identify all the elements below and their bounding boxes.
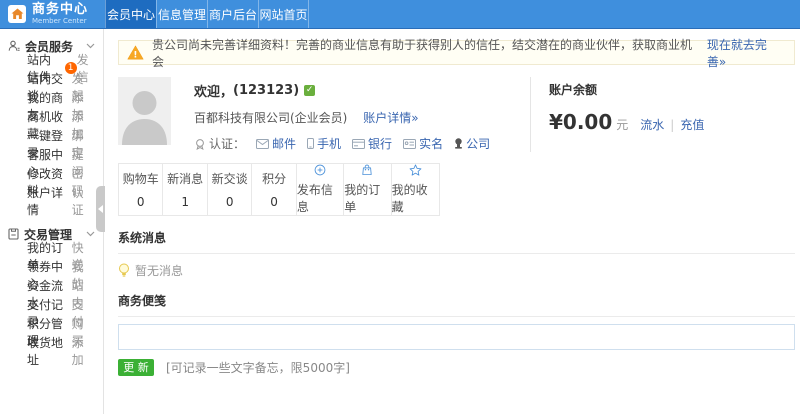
welcome-line: 欢迎， (123123) ✓ — [194, 81, 490, 100]
tab-site-home[interactable]: 网站首页 — [258, 0, 309, 28]
company-name: 百都科技有限公司(企业会员) — [194, 111, 348, 125]
recharge-link[interactable]: 充值 — [680, 116, 704, 133]
separator: | — [670, 118, 675, 132]
memo-footer: 更 新 [可记录一些文字备忘，限5000字] — [118, 359, 795, 376]
auth-bank-link[interactable]: 银行 — [352, 135, 392, 152]
tab-merchant-backend[interactable]: 商户后台 — [207, 0, 258, 28]
stat-new-chats[interactable]: 新交谈 0 — [208, 164, 253, 215]
auth-email-link[interactable]: 邮件 — [256, 135, 296, 152]
system-messages-empty: 暂无消息 — [118, 262, 795, 279]
person-icon — [8, 40, 20, 52]
tab-info-management[interactable]: 信息管理 — [156, 0, 207, 28]
lightbulb-icon — [119, 263, 129, 277]
certificate-icon — [196, 138, 204, 150]
main-content: ! 贵公司尚未完善详细资料！完善的商业信息有助于获得别人的信任，结交潜在的商业伙… — [105, 29, 800, 414]
star-icon — [409, 164, 422, 176]
memo-title: 商务便笺 — [118, 292, 795, 317]
balance-unit: 元 — [616, 118, 629, 132]
auth-line: 认证： 邮件 手机 银行 实名 公司 — [194, 135, 490, 152]
id-card-icon — [403, 138, 417, 149]
welcome-label: 欢迎， — [194, 85, 234, 100]
warning-icon: ! — [127, 45, 144, 60]
sidebar-action-link[interactable]: 添加 — [72, 334, 94, 368]
shortcut-publish-info[interactable]: 发布信息 — [297, 164, 345, 215]
complete-now-link[interactable]: 现在就去完善» — [707, 36, 786, 70]
stat-cart[interactable]: 购物车 0 — [119, 164, 164, 215]
account-detail-link[interactable]: 账户详情» — [363, 111, 418, 125]
top-header: 商务中心 Member Center 会员中心 信息管理 商户后台 网站首页 — [0, 0, 800, 29]
profile-row: 欢迎， (123123) ✓ 百都科技有限公司(企业会员) 账户详情» 认证： … — [118, 77, 795, 152]
auth-company-link[interactable]: 公司 — [454, 135, 490, 152]
avatar[interactable] — [118, 77, 171, 145]
memo-input[interactable] — [118, 324, 795, 350]
shortcut-my-orders[interactable]: 我的订单 — [344, 164, 392, 215]
order-box-icon — [8, 228, 19, 240]
memo-hint: [可记录一些文字备忘，限5000字] — [166, 361, 350, 375]
stat-points[interactable]: 积分 0 — [252, 164, 297, 215]
online-status-icon: ✓ — [304, 85, 316, 96]
balance-amount: ¥0.00 — [549, 110, 613, 134]
plus-circle-icon — [314, 164, 326, 176]
auth-realname-link[interactable]: 实名 — [403, 135, 443, 152]
main-nav: 会员中心 信息管理 商户后台 网站首页 — [105, 0, 309, 28]
stat-new-messages[interactable]: 新消息 1 — [163, 164, 208, 215]
sidebar-action-link[interactable]: 认证 — [72, 184, 94, 218]
tab-member-center[interactable]: 会员中心 — [105, 0, 156, 28]
balance-line: ¥0.00 元 流水 | 充值 — [549, 110, 740, 134]
home-icon — [8, 5, 26, 23]
company-line: 百都科技有限公司(企业会员) 账户详情» — [194, 109, 490, 126]
sidebar-collapse-handle[interactable] — [96, 186, 105, 232]
chevron-down-icon — [86, 231, 95, 237]
update-button[interactable]: 更 新 — [118, 359, 154, 376]
balance-title: 账户余额 — [549, 83, 598, 97]
app-subtitle: Member Center — [32, 17, 87, 25]
auth-label: 认证： — [209, 137, 246, 151]
system-messages-title: 系统消息 — [118, 229, 795, 254]
bank-card-icon — [352, 138, 366, 149]
sidebar-item-account-detail[interactable]: 账户详情 认证 — [0, 186, 103, 217]
username: (123123) — [233, 83, 300, 98]
empty-message-text: 暂无消息 — [135, 264, 184, 278]
avatar-placeholder-icon — [122, 91, 167, 145]
app-title: 商务中心 — [32, 2, 89, 17]
shortcut-my-favorites[interactable]: 我的收藏 — [392, 164, 439, 215]
account-balance-panel: 账户余额 ¥0.00 元 流水 | 充值 — [530, 77, 740, 152]
chevron-down-icon — [86, 43, 95, 49]
sidebar-item-shipping-address[interactable]: 收货地址 添加 — [0, 336, 103, 367]
auth-phone-link[interactable]: 手机 — [307, 135, 341, 152]
envelope-icon — [256, 138, 270, 149]
sidebar: 会员服务 站内信件 1 发信 站内交谈 发起 我的商友 添加 商机收藏 添加 一… — [0, 29, 105, 414]
svg-text:!: ! — [133, 50, 137, 60]
incomplete-profile-notice: ! 贵公司尚未完善详细资料！完善的商业信息有助于获得别人的信任，结交潜在的商业伙… — [118, 38, 795, 69]
company-seal-icon — [455, 138, 462, 149]
shopping-bag-icon — [362, 164, 373, 175]
app-logo[interactable]: 商务中心 Member Center — [0, 0, 105, 28]
phone-icon — [307, 138, 315, 149]
stats-table: 购物车 0 新消息 1 新交谈 0 积分 0 发布信息 我的订单 我的收藏 — [118, 163, 440, 216]
welcome-block: 欢迎， (123123) ✓ 百都科技有限公司(企业会员) 账户详情» 认证： … — [194, 77, 490, 152]
flow-link[interactable]: 流水 — [640, 116, 664, 133]
notice-text: 贵公司尚未完善详细资料！完善的商业信息有助于获得别人的信任，结交潜在的商业伙伴，… — [151, 37, 692, 69]
